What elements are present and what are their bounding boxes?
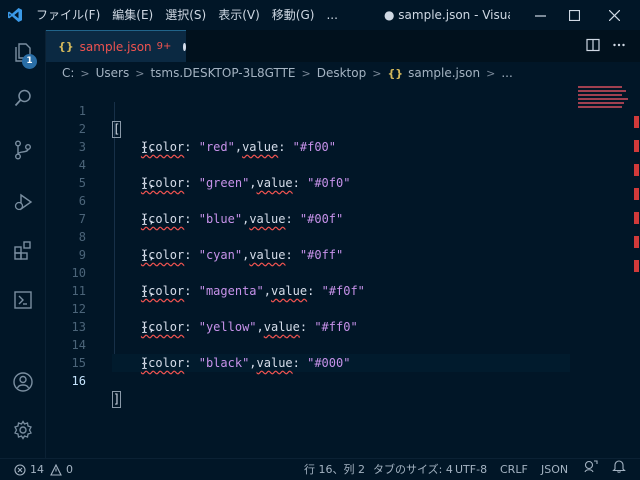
activity-bar: 1	[0, 30, 46, 458]
end-of-line[interactable]: CRLF	[500, 459, 528, 480]
close-button[interactable]	[594, 0, 634, 30]
split-editor-button[interactable]	[580, 30, 606, 62]
json-file-icon: {}	[387, 66, 404, 80]
manage-button[interactable]	[0, 408, 46, 454]
code-line: 7 },	[78, 212, 156, 226]
run-debug-button[interactable]	[0, 180, 46, 226]
chevron-right-icon: >	[301, 66, 311, 80]
code-line: 1 [	[78, 104, 122, 138]
code-line: 14 {color: "black",value: "#000"	[71, 338, 351, 370]
menu-edit[interactable]: 編集(E)	[106, 0, 159, 30]
breadcrumb-users[interactable]: Users	[96, 66, 130, 80]
search-button[interactable]	[0, 76, 46, 122]
code-line: 5 },	[78, 176, 156, 190]
code-line: 4 {color: "green",value: "#0f0"	[78, 158, 351, 190]
menu-bar: ファイル(F) 編集(E) 選択(S) 表示(V) 移動(G) ...	[30, 0, 344, 30]
split-editor-icon	[586, 38, 600, 55]
error-icon	[14, 464, 26, 476]
code-line: 9 },	[78, 248, 156, 262]
gear-icon	[12, 419, 34, 444]
code-line: 3 },	[78, 140, 156, 154]
feedback-button[interactable]	[584, 459, 598, 473]
code-line: 11 },	[71, 284, 156, 298]
source-control-button[interactable]	[0, 128, 46, 174]
tab-problem-count: 9+	[156, 41, 172, 52]
account-icon	[12, 371, 34, 396]
explorer-button[interactable]: 1	[0, 30, 46, 76]
code-line: 13 },	[71, 320, 156, 334]
code-line: 2 {color: "red",value: "#f00"	[78, 122, 337, 154]
extensions-icon	[12, 239, 34, 264]
search-icon	[12, 87, 34, 112]
status-bar: 14 0 行 16、列 2 タブのサイズ: 4 UTF-8 CRLF JSON	[0, 458, 640, 480]
breadcrumb: C: > Users > tsms.DESKTOP-3L8GTTE > Desk…	[46, 62, 640, 84]
feedback-icon	[584, 459, 598, 473]
maximize-button[interactable]	[554, 0, 594, 30]
chevron-right-icon: >	[80, 66, 90, 80]
run-debug-icon	[12, 191, 34, 216]
tab-label: sample.json	[79, 39, 152, 54]
code-line: 6 {color: "blue",value: "#00f"	[78, 194, 344, 226]
breadcrumb-more[interactable]: ...	[501, 66, 512, 80]
chevron-right-icon: >	[486, 66, 496, 80]
title-bar: ファイル(F) 編集(E) 選択(S) 表示(V) 移動(G) ... ● sa…	[0, 0, 640, 30]
vscode-logo-icon	[0, 0, 30, 30]
encoding[interactable]: UTF-8	[455, 459, 487, 480]
problems-status[interactable]: 14 0	[14, 459, 73, 480]
window-title: ● sample.json - Visual ...	[384, 8, 510, 22]
notifications-button[interactable]	[612, 459, 626, 473]
remote-explorer-button[interactable]	[0, 278, 46, 324]
code-line: 8 {color: "cyan",value: "#0ff"	[78, 230, 344, 262]
more-actions-button[interactable]	[606, 30, 632, 62]
chevron-right-icon: >	[372, 66, 382, 80]
bell-icon	[612, 459, 626, 473]
ellipsis-icon	[612, 38, 626, 55]
menu-more[interactable]: ...	[320, 0, 343, 30]
breadcrumb-user-folder[interactable]: tsms.DESKTOP-3L8GTTE	[150, 66, 295, 80]
code-line: 12 {color: "yellow",value: "#ff0"	[71, 302, 358, 334]
breadcrumb-desktop[interactable]: Desktop	[317, 66, 367, 80]
warning-count: 0	[66, 463, 73, 476]
menu-selection[interactable]: 選択(S)	[159, 0, 212, 30]
code-editor[interactable]: 1 [ 2 {color: "red",value: "#f00" 3 }, 4…	[46, 84, 640, 458]
breadcrumb-drive[interactable]: C:	[62, 66, 74, 80]
explorer-badge: 1	[22, 54, 37, 69]
tab-bar: {} sample.json 9+	[46, 30, 640, 62]
chevron-right-icon: >	[135, 66, 145, 80]
unsaved-dot-icon[interactable]	[183, 42, 186, 51]
menu-go[interactable]: 移動(G)	[266, 0, 321, 30]
menu-file[interactable]: ファイル(F)	[30, 0, 106, 30]
code-line: 10 {color: "magenta",value: "#f0f"	[71, 266, 365, 298]
warning-icon	[50, 464, 62, 476]
code-line-active: 16 ]	[71, 374, 122, 408]
language-mode[interactable]: JSON	[541, 459, 568, 480]
matched-bracket: ]	[112, 391, 122, 408]
terminal-window-icon	[12, 289, 34, 314]
minimap[interactable]	[576, 84, 628, 114]
code-line: 15 }	[71, 356, 149, 370]
cursor-position[interactable]: 行 16、列 2	[304, 459, 365, 480]
tab-sample-json[interactable]: {} sample.json 9+	[46, 30, 186, 62]
extensions-button[interactable]	[0, 228, 46, 274]
breadcrumb-file[interactable]: sample.json	[408, 66, 480, 80]
menu-view[interactable]: 表示(V)	[212, 0, 266, 30]
tab-size[interactable]: タブのサイズ: 4	[373, 459, 453, 480]
accounts-button[interactable]	[0, 360, 46, 406]
json-file-icon: {}	[58, 40, 74, 53]
error-count: 14	[30, 463, 44, 476]
source-control-icon	[12, 139, 34, 164]
